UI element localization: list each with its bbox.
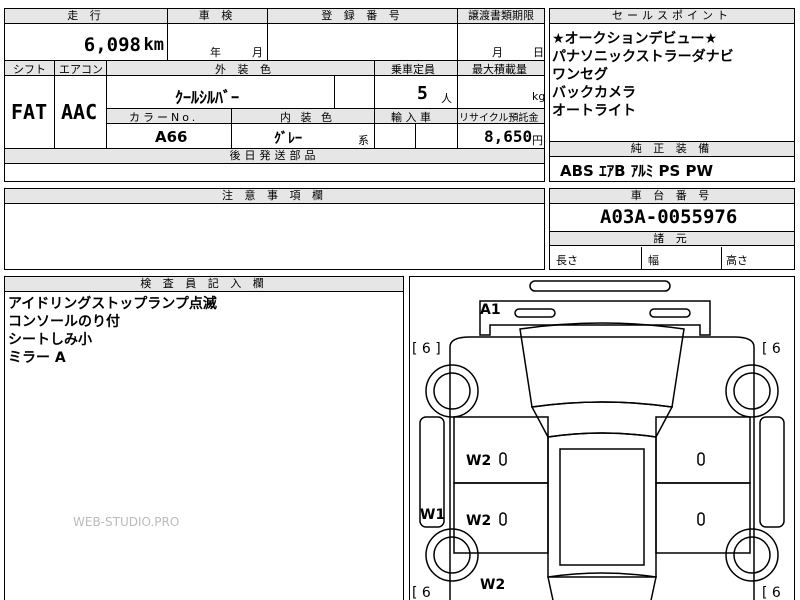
chassis-block: 車 台 番 号 A03A-0055976 諸 元 長さ 幅 高さ [549,188,795,270]
recycle-value: 8,650 [484,127,533,146]
selling-points-block: セールスポイント ★オークションデビュー★ パナソニックストラーダナビ ワンセグ… [549,8,795,182]
mileage-unit: km [143,35,164,55]
damage-label-w2-lower: W2 [480,577,506,593]
selling-point-item: オートライト [552,103,636,119]
bracket-label-top-left: [ 6 ] [412,341,441,357]
capacity-unit: 人 [441,92,452,105]
mileage-value: 6,098 [83,34,141,56]
import-header: 輸 入 車 [375,109,458,124]
interior-color-value: ｸﾞﾚｰ [274,131,302,147]
inspector-note: シートしみ小 [8,332,92,348]
color-no-header: カラーNo. [107,109,232,124]
color-no-value: A66 [155,128,188,146]
inspection-header: 車 検 [168,9,268,24]
recycle-cell: 8,650 円 [458,124,544,149]
inspector-note: ミラー A [8,350,66,366]
mileage-cell: 6,098 km [5,24,168,61]
inspector-note: コンソールのり付 [8,314,120,330]
selling-point-item: ワンセグ [552,67,608,83]
inspector-block: 検 査 員 記 入 欄 アイドリングストップランプ点滅 コンソールのり付 シート… [4,276,404,600]
damage-label-w1: W1 [420,507,446,523]
damage-label-w2-mid: W2 [466,513,492,529]
later-parts-header: 後日発送部品 [5,149,544,164]
genuine-equipment-header: 純 正 装 備 [550,141,794,157]
watermark: WEB-STUDIO.PRO [73,515,180,529]
recycle-unit: 円 [532,134,543,147]
selling-point-item: パナソニックストラーダナビ [552,49,734,65]
inspector-note: アイドリングストップランプ点滅 [8,296,217,312]
interior-color-header: 内 装 色 [232,109,375,124]
import-cell-a [375,124,416,149]
exterior-color-value: ｸｰﾙｼﾙﾊﾞｰ [175,88,240,107]
recycle-header: リサイクル預託金 [458,109,544,124]
inspection-year: 年 [210,46,221,59]
vehicle-info-block: 走 行 車 検 登 録 番 号 譲渡書類期限 6,098 km 年 月 月 日 … [4,8,545,182]
max-load-cell: kg [458,76,546,109]
capacity-header: 乗車定員 [375,61,458,76]
damage-label-w2-upper: W2 [466,453,492,469]
exterior-color-extra [335,76,375,109]
inspection-cell: 年 月 [168,24,268,61]
bracket-label-top-right: [ 6 [762,341,781,357]
max-load-unit: kg [532,90,546,103]
transfer-month: 月 [492,46,503,59]
shift-cell: FAT [5,76,55,149]
registration-cell [268,24,458,61]
exterior-color-cell: ｸｰﾙｼﾙﾊﾞｰ [107,76,335,109]
color-no-cell: A66 [107,124,232,149]
equipment-value: ABS ｴｱB ｱﾙﾐ PS PW [560,162,714,180]
selling-points-header: セールスポイント [550,9,794,24]
width-cell: 幅 [642,247,722,269]
max-load-header: 最大積載量 [458,61,544,76]
selling-point-item: ★オークションデビュー★ [552,31,718,47]
interior-color-cell: ｸﾞﾚｰ 系 [232,124,375,149]
bracket-label-bottom-right: [ 6 [762,585,781,600]
car-diagram [419,280,785,600]
selling-point-item: バックカメラ [552,85,636,101]
aircon-cell: AAC [55,76,107,149]
shift-value: FAT [11,100,48,124]
inspector-header: 検 査 員 記 入 欄 [5,277,403,292]
mileage-header: 走 行 [5,9,168,24]
aircon-value: AAC [61,100,98,124]
capacity-cell: 5 人 [375,76,458,109]
bracket-label-bottom-left: [ 6 [412,585,431,600]
height-cell: 高さ [726,254,748,267]
transfer-day: 日 [533,46,544,59]
chassis-number: A03A-0055976 [600,206,738,228]
inspector-notes-list: アイドリングストップランプ点滅 コンソールのり付 シートしみ小 ミラー A [8,295,217,367]
aircon-header: エアコン [55,61,107,76]
transfer-cell: 月 日 [458,24,544,61]
car-diagram-block: A1 W2 W2 W1 W2 [ 6 ] [ 6 [ 6 [ 6 [409,276,795,600]
length-cell: 長さ [550,247,642,269]
import-cell-b [416,124,458,149]
selling-points-list: ★オークションデビュー★ パナソニックストラーダナビ ワンセグ バックカメラ オ… [552,30,734,120]
shift-header: シフト [5,61,55,76]
chassis-header: 車 台 番 号 [550,189,794,204]
exterior-color-header: 外 装 色 [107,61,375,76]
inspection-month: 月 [252,46,263,59]
notes-block: 注 意 事 項 欄 [4,188,545,270]
capacity-value: 5 [417,83,428,104]
damage-label-a1: A1 [480,302,501,318]
dimensions-header: 諸 元 [550,231,794,246]
transfer-deadline-header: 譲渡書類期限 [458,9,544,24]
registration-header: 登 録 番 号 [268,9,458,24]
interior-color-suffix: 系 [358,134,369,147]
notes-header: 注 意 事 項 欄 [5,189,544,204]
